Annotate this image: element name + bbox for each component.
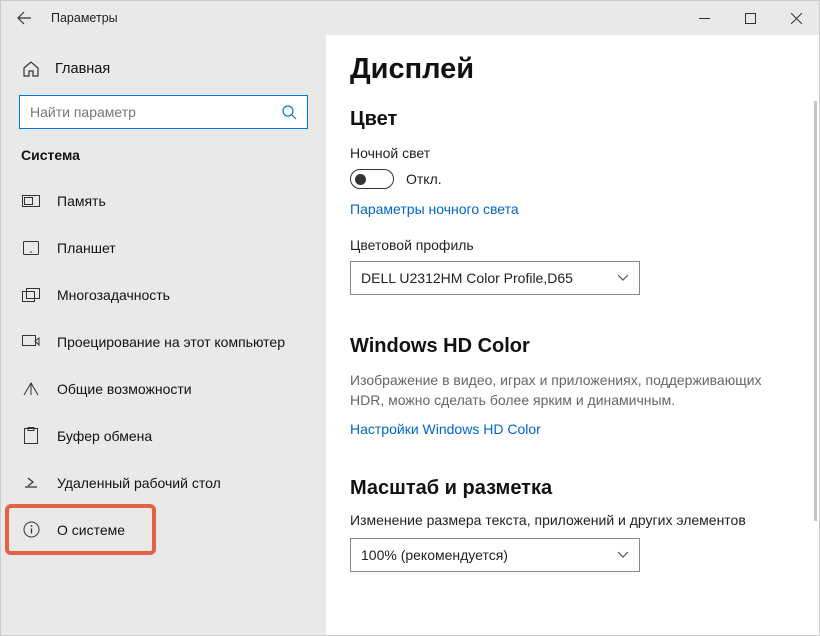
search-input[interactable] xyxy=(19,95,308,129)
info-icon xyxy=(21,521,41,538)
minimize-icon xyxy=(699,13,710,24)
sidebar: Главная Система Память Планшет xyxy=(1,35,326,635)
scale-description: Изменение размера текста, приложений и д… xyxy=(350,512,805,528)
hd-description: Изображение в видео, играх и приложениях… xyxy=(350,370,790,411)
section-color-title: Цвет xyxy=(350,108,805,131)
nightlight-toggle[interactable] xyxy=(350,169,394,189)
section-hd-title: Windows HD Color xyxy=(350,335,805,358)
sidebar-item-multitasking[interactable]: Многозадачность xyxy=(1,271,326,318)
toggle-knob-icon xyxy=(355,174,366,185)
sidebar-item-label: Удаленный рабочий стол xyxy=(57,475,221,491)
home-button[interactable]: Главная xyxy=(1,49,326,89)
color-profile-select[interactable]: DELL U2312HM Color Profile,D65 xyxy=(350,261,640,295)
scale-value: 100% (рекомендуется) xyxy=(361,547,508,563)
minimize-button[interactable] xyxy=(681,1,727,35)
nightlight-toggle-row: Откл. xyxy=(350,169,805,189)
home-label: Главная xyxy=(55,61,110,77)
nav: Память Планшет Многозадачность Проециров… xyxy=(1,177,326,635)
sidebar-item-label: Многозадачность xyxy=(57,287,170,303)
sidebar-item-projecting[interactable]: Проецирование на этот компьютер xyxy=(1,318,326,365)
nightlight-settings-link[interactable]: Параметры ночного света xyxy=(350,201,805,217)
sidebar-item-label: Планшет xyxy=(57,240,116,256)
project-icon xyxy=(21,335,41,349)
tablet-icon xyxy=(21,241,41,255)
nightlight-label: Ночной свет xyxy=(350,145,805,161)
sidebar-item-label: Общие возможности xyxy=(57,381,192,397)
sidebar-item-remote-desktop[interactable]: Удаленный рабочий стол xyxy=(1,459,326,506)
content: Дисплей Цвет Ночной свет Откл. Параметры… xyxy=(326,35,819,635)
clipboard-icon xyxy=(21,427,41,444)
scrollbar[interactable] xyxy=(814,101,817,521)
back-button[interactable] xyxy=(1,1,47,35)
search-wrap xyxy=(1,89,326,143)
sidebar-item-storage[interactable]: Память xyxy=(1,177,326,224)
remote-icon xyxy=(21,475,41,490)
nightlight-state: Откл. xyxy=(406,171,442,187)
hd-settings-link[interactable]: Настройки Windows HD Color xyxy=(350,421,805,437)
titlebar: Параметры xyxy=(1,1,819,35)
chevron-down-icon xyxy=(617,551,629,559)
settings-window: Параметры Главная xyxy=(0,0,820,636)
search-icon xyxy=(281,104,297,120)
close-icon xyxy=(791,13,802,24)
search-field[interactable] xyxy=(30,104,281,120)
section-scale-title: Масштаб и разметка xyxy=(350,477,805,500)
sidebar-item-shared[interactable]: Общие возможности xyxy=(1,365,326,412)
color-profile-value: DELL U2312HM Color Profile,D65 xyxy=(361,270,573,286)
body: Главная Система Память Планшет xyxy=(1,35,819,635)
maximize-button[interactable] xyxy=(727,1,773,35)
sidebar-item-label: Проецирование на этот компьютер xyxy=(57,334,285,350)
home-icon xyxy=(21,60,41,78)
sidebar-item-clipboard[interactable]: Буфер обмена xyxy=(1,412,326,459)
sidebar-item-label: Буфер обмена xyxy=(57,428,152,444)
sidebar-item-label: Память xyxy=(57,193,106,209)
content-inner: Дисплей Цвет Ночной свет Откл. Параметры… xyxy=(326,53,805,635)
color-profile-label: Цветовой профиль xyxy=(350,237,805,253)
close-button[interactable] xyxy=(773,1,819,35)
section-title: Система xyxy=(1,143,326,177)
scale-select[interactable]: 100% (рекомендуется) xyxy=(350,538,640,572)
multitasking-icon xyxy=(21,288,41,302)
maximize-icon xyxy=(745,13,756,24)
window-controls xyxy=(681,1,819,35)
chevron-down-icon xyxy=(617,274,629,282)
sidebar-item-tablet[interactable]: Планшет xyxy=(1,224,326,271)
sidebar-item-label: О системе xyxy=(57,522,125,538)
page-title: Дисплей xyxy=(350,53,805,86)
storage-icon xyxy=(21,195,41,207)
window-title: Параметры xyxy=(47,11,681,25)
sidebar-item-about[interactable]: О системе xyxy=(1,506,326,553)
arrow-left-icon xyxy=(16,10,32,26)
shared-icon xyxy=(21,381,41,397)
